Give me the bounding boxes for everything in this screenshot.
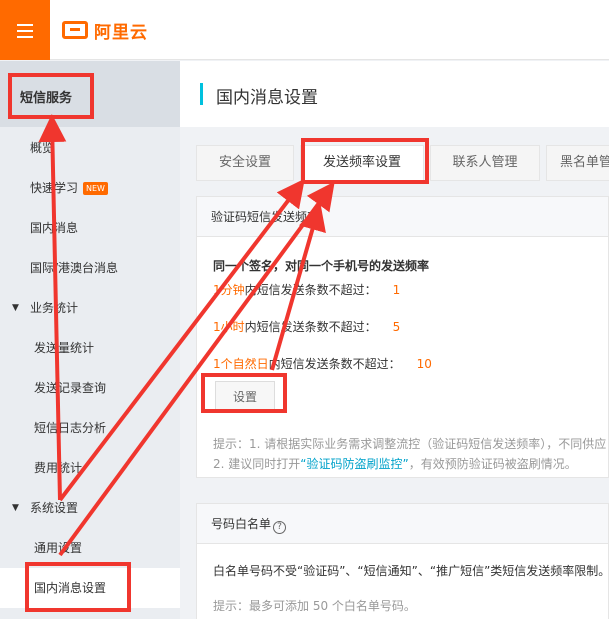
arrow-to-sms-service	[38, 114, 67, 501]
annotation-arrows	[38, 114, 335, 557]
arrow-to-frequency-tab	[58, 178, 305, 502]
arrow-to-tab-from-settings	[58, 181, 335, 557]
